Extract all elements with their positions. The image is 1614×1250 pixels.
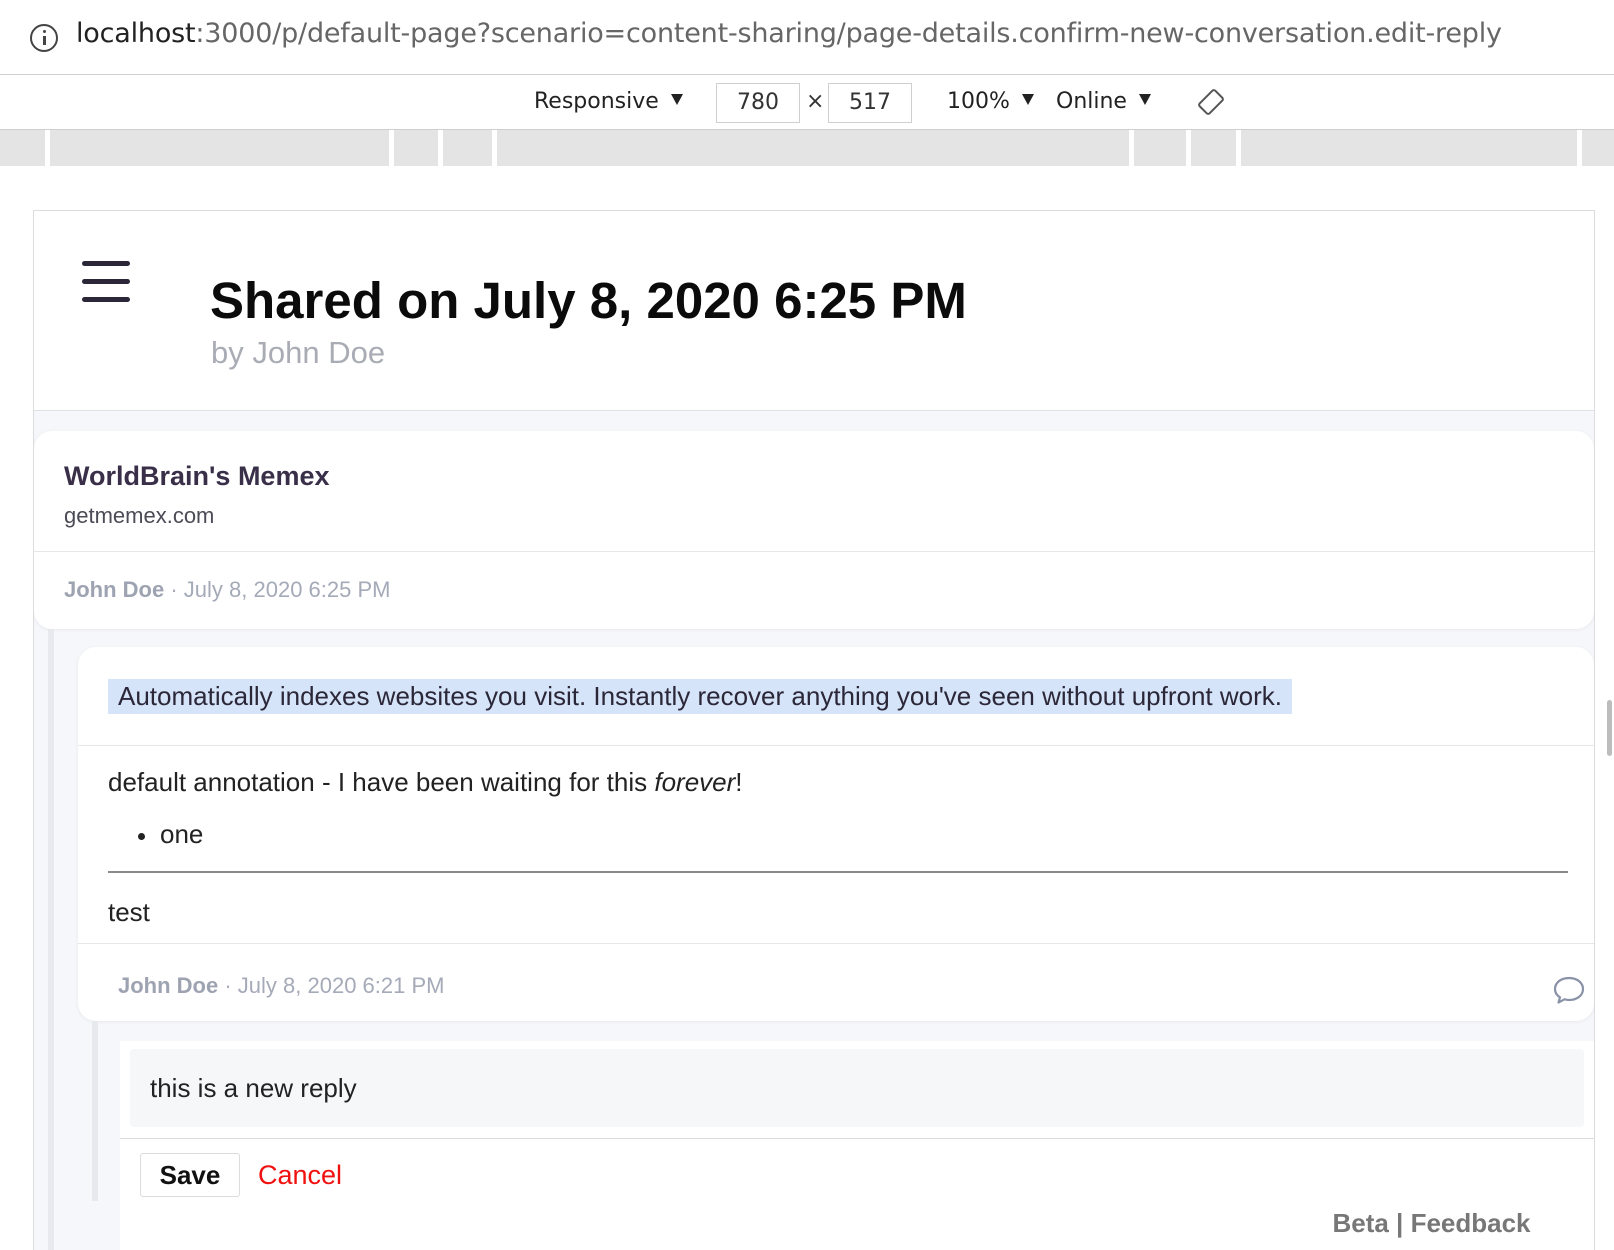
zoom-select-label: 100% <box>947 89 1010 114</box>
ruler-tick <box>492 130 497 166</box>
address-bar[interactable]: localhost:3000/p/default-page?scenario=c… <box>0 0 1614 75</box>
device-toolbar: Responsive 780 × 517 100% Online <box>0 76 1614 130</box>
chevron-down-icon <box>1138 94 1151 105</box>
annotation-date: July 8, 2020 6:21 PM <box>237 973 445 998</box>
beta-label[interactable]: Beta <box>1332 1208 1388 1238</box>
comment-text: default annotation - I have been waiting… <box>108 767 655 797</box>
site-url: getmemex.com <box>64 503 215 528</box>
ruler-tick <box>1236 130 1241 166</box>
save-button[interactable]: Save <box>140 1153 240 1197</box>
annotation-highlight: Automatically indexes websites you visit… <box>108 679 1292 714</box>
comment-bullet-item: one <box>137 819 204 849</box>
site-title[interactable]: WorldBrain's Memex <box>64 461 330 492</box>
chevron-down-icon <box>670 94 683 105</box>
zoom-select[interactable]: 100% <box>947 89 1034 114</box>
beta-feedback-badge: Beta | Feedback <box>1312 1201 1551 1241</box>
meta-separator: · <box>218 973 238 998</box>
reply-thread-line <box>92 1021 98 1201</box>
network-throttle-select[interactable]: Online <box>1056 89 1151 114</box>
device-select-label: Responsive <box>534 89 659 114</box>
ruler-tick <box>45 130 50 166</box>
annotation-card: Automatically indexes websites you visit… <box>78 647 1594 1021</box>
chevron-down-icon <box>1021 94 1034 105</box>
beta-feedback-separator: | <box>1388 1208 1411 1238</box>
highlight-divider <box>78 745 1594 746</box>
comment-paragraph: test <box>108 897 150 927</box>
reply-input[interactable] <box>130 1049 1584 1127</box>
url-host: localhost <box>76 18 196 49</box>
share-date: July 8, 2020 6:25 PM <box>183 577 391 602</box>
ruler-tick <box>438 130 443 166</box>
viewport-width-input[interactable]: 780 <box>716 83 800 123</box>
info-icon[interactable] <box>30 24 58 52</box>
comment-emphasis: forever <box>654 767 736 797</box>
comment-horizontal-rule <box>108 871 1568 873</box>
url-path: :3000/p/default-page?scenario=content-sh… <box>195 18 1502 49</box>
annotation-comment: default annotation - I have been waiting… <box>108 767 743 798</box>
viewport-height-input[interactable]: 517 <box>828 83 912 123</box>
emulated-viewport: Shared on July 8, 2020 6:25 PM by John D… <box>33 210 1595 1250</box>
page-header: Shared on July 8, 2020 6:25 PM by John D… <box>34 211 1594 411</box>
page-card-meta: John Doe · July 8, 2020 6:25 PM <box>64 577 390 603</box>
speech-bubble-icon[interactable] <box>1552 975 1586 1005</box>
meta-separator: · <box>164 577 184 602</box>
shared-page-card[interactable]: WorldBrain's Memex getmemex.com John Doe… <box>34 431 1594 629</box>
dimension-separator: × <box>806 89 825 114</box>
ruler-tick <box>1186 130 1191 166</box>
editor-divider <box>120 1138 1594 1139</box>
thread-line <box>48 629 54 1250</box>
device-select[interactable]: Responsive <box>534 89 683 114</box>
feedback-link[interactable]: Feedback <box>1411 1208 1531 1238</box>
page-subtitle: by John Doe <box>211 335 386 370</box>
comment-suffix: ! <box>735 767 743 797</box>
cancel-button[interactable]: Cancel <box>258 1153 342 1197</box>
page-title: Shared on July 8, 2020 6:25 PM <box>210 272 967 329</box>
annotation-meta: John Doe · July 8, 2020 6:21 PM <box>118 973 444 999</box>
card-divider <box>34 551 1594 552</box>
ruler-tick <box>1577 130 1582 166</box>
url-text[interactable]: localhost:3000/p/default-page?scenario=c… <box>76 18 1502 49</box>
network-select-label: Online <box>1056 89 1127 114</box>
scrollbar[interactable] <box>1607 700 1612 756</box>
ruler-tick <box>389 130 394 166</box>
annotation-footer-divider <box>78 943 1594 944</box>
ruler-tick <box>1129 130 1134 166</box>
author-name: John Doe <box>64 577 165 602</box>
media-query-ruler[interactable] <box>0 130 1614 166</box>
rotate-device-icon[interactable] <box>1197 88 1225 116</box>
hamburger-menu-icon[interactable] <box>82 259 130 303</box>
author-name: John Doe <box>118 973 219 998</box>
